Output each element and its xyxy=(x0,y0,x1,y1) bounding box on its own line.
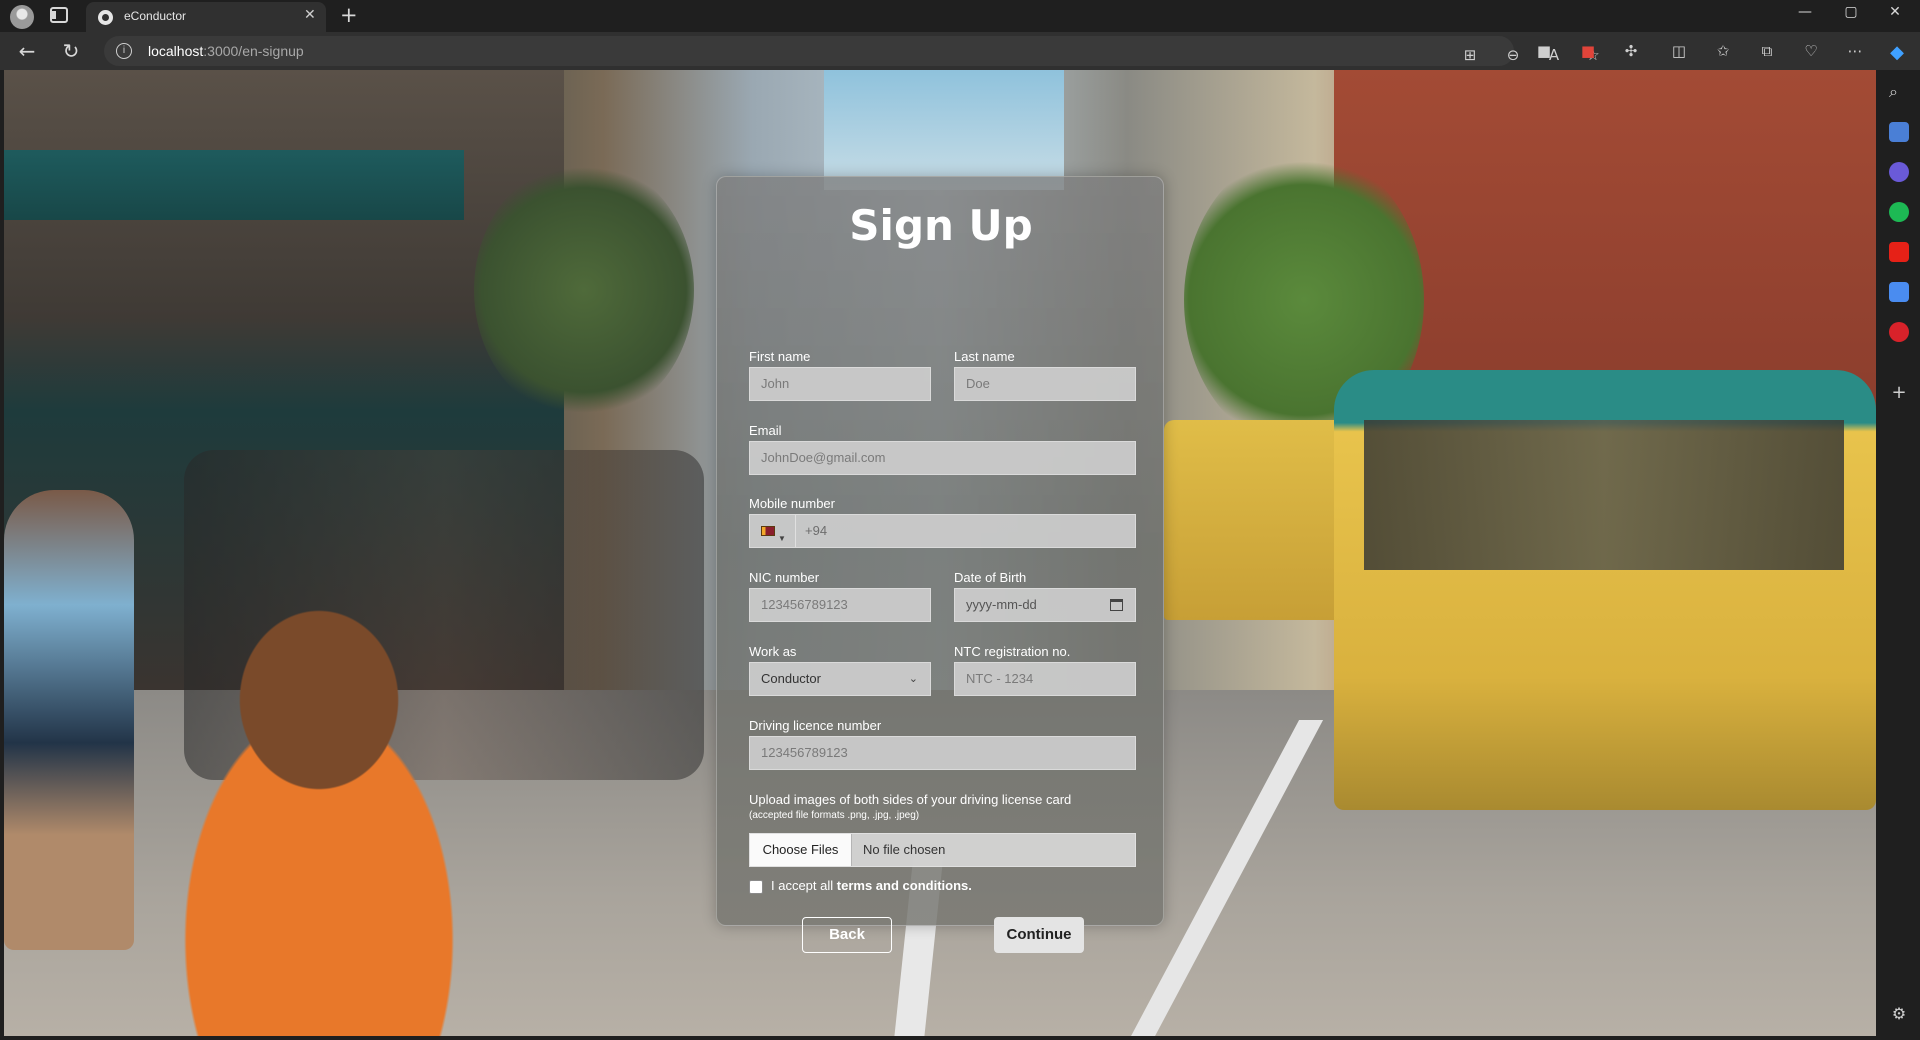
extensions-puzzle-icon[interactable]: ✣ xyxy=(1620,42,1642,60)
record-icon[interactable] xyxy=(1889,322,1909,342)
dob-label: Date of Birth xyxy=(954,570,1027,585)
site-info-icon[interactable]: i xyxy=(116,43,132,59)
choose-files-button[interactable]: Choose Files xyxy=(750,834,852,866)
reload-icon[interactable]: ↻ xyxy=(58,39,84,63)
url-text[interactable]: localhost:3000/en-signup xyxy=(148,43,304,59)
add-icon[interactable]: + xyxy=(1889,382,1909,403)
tab-close-icon[interactable]: ✕ xyxy=(304,7,316,23)
dob-placeholder: yyyy-mm-dd xyxy=(966,597,1037,612)
more-icon[interactable]: ⋯ xyxy=(1844,42,1866,60)
nic-label: NIC number xyxy=(749,570,820,585)
nic-input[interactable]: 123456789123 xyxy=(749,588,931,622)
favorites-icon[interactable]: ✩ xyxy=(1712,42,1734,60)
extension-black-icon[interactable]: ■ xyxy=(1533,42,1555,60)
upload-label: Upload images of both sides of your driv… xyxy=(749,792,1072,807)
background-awning xyxy=(4,150,464,220)
back-arrow-icon[interactable]: ← xyxy=(14,39,40,63)
file-upload-input[interactable]: Choose Files No file chosen xyxy=(749,833,1136,867)
maximize-button[interactable]: ▢ xyxy=(1836,4,1866,20)
close-window-button[interactable]: ✕ xyxy=(1880,4,1910,20)
work-as-value: Conductor xyxy=(761,671,821,686)
dob-input[interactable]: yyyy-mm-dd xyxy=(954,588,1136,622)
email-label: Email xyxy=(749,423,782,438)
work-as-label: Work as xyxy=(749,644,797,659)
background-tree-left xyxy=(474,160,694,420)
edge-sidebar: ⌕ + ⚙ xyxy=(1878,70,1920,1040)
settings-icon[interactable]: ⚙ xyxy=(1889,1004,1909,1024)
signup-card: Sign Up First name Last name John Doe Em… xyxy=(716,176,1164,953)
url-host: localhost xyxy=(148,43,204,59)
tab-title: eConductor xyxy=(124,9,187,23)
background-bus-rear xyxy=(1164,420,1344,620)
youtube-icon[interactable] xyxy=(1889,242,1909,262)
terms-prefix: I accept all xyxy=(771,878,834,893)
page-title: Sign Up xyxy=(849,201,1033,250)
upload-hint: (accepted file formats .png, .jpg, .jpeg… xyxy=(749,810,920,821)
zoom-out-icon[interactable]: ⊖ xyxy=(1502,46,1524,64)
last-name-input[interactable]: Doe xyxy=(954,367,1136,401)
licence-input[interactable]: 123456789123 xyxy=(749,736,1136,770)
split-screen-icon[interactable]: ◫ xyxy=(1668,42,1690,60)
email-input[interactable]: JohnDoe@gmail.com xyxy=(749,441,1136,475)
copilot-sidebar-icon[interactable] xyxy=(1889,162,1909,182)
browser-essentials-icon[interactable]: ♡ xyxy=(1800,42,1822,60)
terms-link[interactable]: terms and conditions. xyxy=(837,878,972,893)
copilot-icon[interactable]: ◆ xyxy=(1886,42,1908,63)
tab-actions-icon[interactable] xyxy=(50,7,68,23)
background-pedestrian xyxy=(4,490,134,950)
last-name-label: Last name xyxy=(954,349,1015,364)
translate-icon[interactable] xyxy=(1889,282,1909,302)
extension-red-icon[interactable]: ■ xyxy=(1577,42,1599,60)
licence-label: Driving licence number xyxy=(749,718,882,733)
back-button[interactable]: Back xyxy=(802,917,892,953)
first-name-input[interactable]: John xyxy=(749,367,931,401)
spotify-icon[interactable] xyxy=(1889,202,1909,222)
terms-text: I accept all terms and conditions. xyxy=(771,878,972,893)
work-as-select[interactable]: Conductor ⌄ xyxy=(749,662,931,696)
shopping-tag-icon[interactable] xyxy=(1889,122,1909,142)
minimize-button[interactable]: — xyxy=(1790,4,1820,20)
country-code-selector[interactable]: ▼ xyxy=(750,515,796,547)
calendar-icon[interactable] xyxy=(1110,599,1123,611)
ntc-input[interactable]: NTC - 1234 xyxy=(954,662,1136,696)
app-icon[interactable]: ⊞ xyxy=(1459,46,1481,64)
tab-favicon-icon xyxy=(98,10,113,25)
mobile-value: +94 xyxy=(805,523,828,538)
background-bus-windows xyxy=(1364,420,1844,570)
mobile-label: Mobile number xyxy=(749,496,835,511)
profile-avatar-icon[interactable] xyxy=(10,5,34,29)
url-bar[interactable]: i localhost:3000/en-signup ⊞ ⊖ A ☆ xyxy=(104,36,1600,66)
title-bar: eConductor ✕ + — ▢ ✕ xyxy=(0,0,1920,32)
first-name-label: First name xyxy=(749,349,811,364)
terms-checkbox[interactable] xyxy=(749,880,763,894)
address-bar-row: ← ↻ i localhost:3000/en-signup ⊞ ⊖ A ☆ ■… xyxy=(0,32,1920,70)
collections-icon[interactable]: ⧉ xyxy=(1756,42,1778,60)
ntc-label: NTC registration no. xyxy=(954,644,1071,659)
background-sky xyxy=(824,70,1064,190)
chevron-down-icon: ▼ xyxy=(778,534,786,543)
background-boy xyxy=(184,610,454,1036)
mobile-input[interactable]: ▼ +94 xyxy=(749,514,1136,548)
continue-button[interactable]: Continue xyxy=(994,917,1084,953)
search-icon[interactable]: ⌕ xyxy=(1889,82,1909,102)
chevron-down-icon: ⌄ xyxy=(908,673,918,685)
page-viewport: Sign Up First name Last name John Doe Em… xyxy=(4,70,1876,1036)
new-tab-button[interactable]: + xyxy=(340,3,358,27)
file-status: No file chosen xyxy=(863,842,946,857)
url-path: :3000/en-signup xyxy=(203,43,304,59)
sri-lanka-flag-icon xyxy=(761,526,775,536)
tab-econductor[interactable]: eConductor ✕ xyxy=(86,2,326,32)
